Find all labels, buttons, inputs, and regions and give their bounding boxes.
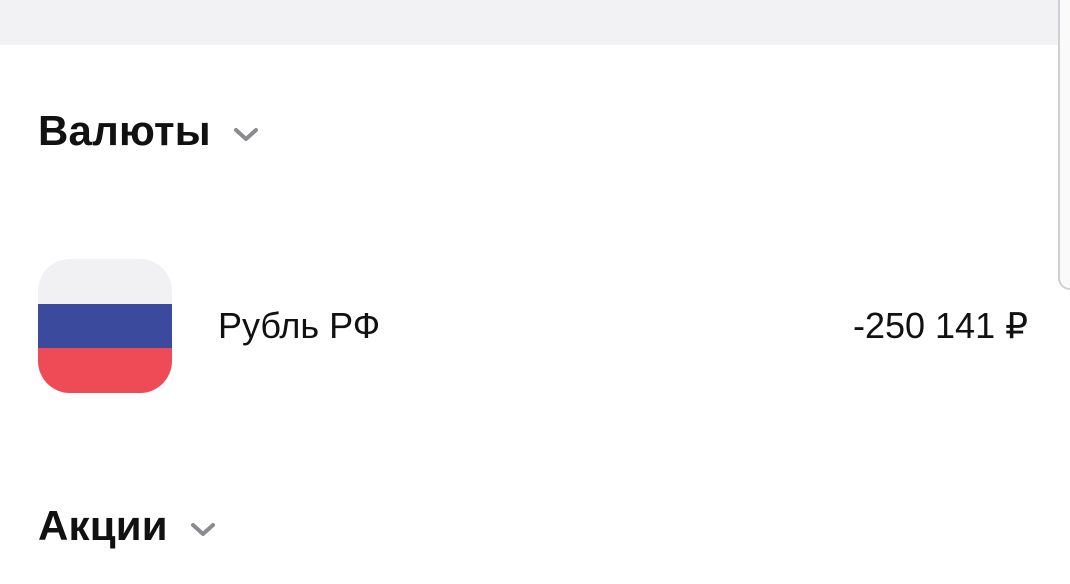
currency-name: Рубль РФ — [218, 305, 381, 346]
chevron-down-icon[interactable] — [233, 127, 259, 143]
chevron-down-icon[interactable] — [190, 522, 216, 538]
currency-value: -250 141 ₽ — [852, 305, 1028, 346]
scrollbar[interactable] — [1058, 0, 1070, 290]
flag-stripe-red — [38, 348, 172, 393]
section-header-stocks[interactable]: Акции — [38, 505, 216, 547]
currency-row-rub[interactable]: Рубль РФ -250 141 ₽ — [38, 258, 1028, 394]
flag-stripe-white — [38, 259, 172, 304]
flag-stripe-blue — [38, 303, 172, 349]
russia-flag-icon — [38, 259, 172, 393]
top-band — [0, 0, 1070, 45]
section-title-currencies: Валюты — [38, 107, 211, 154]
section-title-stocks: Акции — [38, 502, 168, 549]
section-header-currencies[interactable]: Валюты — [38, 110, 259, 152]
